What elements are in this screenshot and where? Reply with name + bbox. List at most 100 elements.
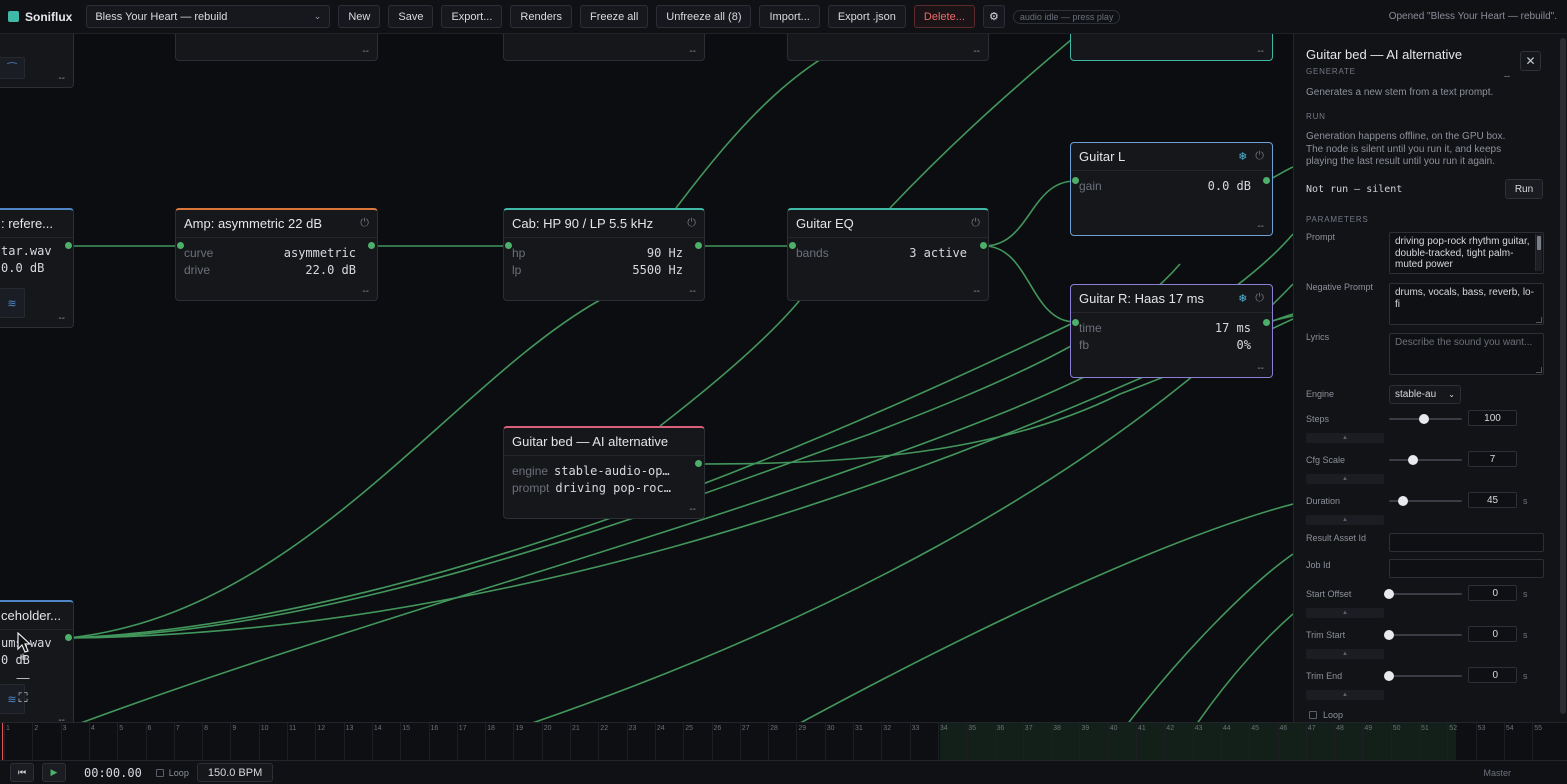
node-guitar-eq[interactable]: Guitar EQ ⏻ bands 3 active -- [787, 208, 989, 301]
zoom-out-button[interactable]: — [13, 668, 33, 686]
start-offset-slider[interactable] [1384, 589, 1462, 599]
play-button[interactable]: ▶ [42, 763, 66, 782]
start-offset-input[interactable]: 0 [1468, 585, 1517, 601]
guitar-l-input-port[interactable] [1072, 177, 1079, 184]
cfg-scale-input[interactable]: 7 [1468, 451, 1517, 467]
node-header[interactable]: Guitar EQ ⏻ [788, 210, 988, 238]
guitar-l-output-port[interactable] [1263, 177, 1270, 184]
lyrics-textarea[interactable]: Describe the sound you want... [1389, 333, 1544, 375]
power-icon[interactable]: ⏻ [687, 217, 696, 230]
power-icon[interactable]: ⏻ [1255, 150, 1264, 163]
slider-thumb[interactable] [1384, 589, 1394, 599]
project-select[interactable]: Bless Your Heart — rebuild ⌄ [86, 5, 331, 28]
guitar-r-output-port[interactable] [1263, 319, 1270, 326]
gear-icon[interactable]: ⚙ [982, 5, 1005, 28]
checkbox-icon[interactable] [155, 768, 164, 777]
fit-view-icon[interactable]: ⛶ [13, 689, 33, 707]
close-icon[interactable]: ✕ [1520, 51, 1541, 71]
trim-start-toggle-bar[interactable]: ▲ [1306, 649, 1384, 659]
panel-scrollbar[interactable] [1558, 34, 1567, 722]
node-canvas[interactable]: ⁀ -- -- -- -- -- : refere... tar.wav 0.0… [0, 34, 1293, 722]
guitar-r-input-port[interactable] [1072, 319, 1079, 326]
node-top-left[interactable]: ⁀ -- [0, 34, 74, 88]
node-source-reference[interactable]: : refere... tar.wav 0.0 dB ≋ -- [0, 208, 74, 328]
prompt-textarea[interactable]: driving pop-rock rhythm guitar, double-t… [1389, 232, 1544, 274]
node-top-4[interactable]: -- [787, 34, 989, 61]
node-top-5[interactable]: -- [1070, 34, 1273, 61]
node-top-3[interactable]: -- [503, 34, 705, 61]
delete-button[interactable]: Delete... [913, 5, 975, 28]
node-guitar-l[interactable]: Guitar L ❄ ⏻ gain 0.0 dB -- [1070, 142, 1273, 236]
playhead[interactable] [2, 723, 3, 760]
node-amp[interactable]: Amp: asymmetric 22 dB ⏻ curve asymmetric … [175, 208, 378, 301]
resize-grip-icon[interactable] [1536, 367, 1542, 373]
snowflake-icon[interactable]: ❄ [1238, 150, 1247, 163]
trim-start-input[interactable]: 0 [1468, 626, 1517, 642]
eq-output-port[interactable] [980, 242, 987, 249]
textarea-scrollbar[interactable] [1535, 234, 1542, 271]
amp-input-port[interactable] [177, 242, 184, 249]
node-header[interactable]: Guitar bed — AI alternative [504, 428, 704, 456]
export-button[interactable]: Export... [441, 5, 503, 28]
freeze-all-button[interactable]: Freeze all [579, 5, 649, 28]
node-header[interactable]: Guitar L ❄ ⏻ [1071, 143, 1272, 171]
bed-output-port[interactable] [695, 460, 702, 467]
steps-input[interactable]: 100 [1468, 410, 1517, 426]
job-id-input[interactable] [1389, 559, 1544, 578]
placeholder-output-port[interactable] [65, 634, 72, 641]
node-header[interactable]: Guitar R: Haas 17 ms ❄ ⏻ [1071, 285, 1272, 313]
transport-loop-checkbox[interactable]: Loop [155, 768, 189, 778]
cab-output-port[interactable] [695, 242, 702, 249]
unfreeze-all-button[interactable]: Unfreeze all (8) [656, 5, 752, 28]
node-top-2[interactable]: -- [175, 34, 378, 61]
cab-input-port[interactable] [505, 242, 512, 249]
slider-thumb[interactable] [1419, 414, 1430, 424]
resize-grip-icon[interactable] [1536, 317, 1542, 323]
cfg-scale-slider[interactable] [1389, 455, 1462, 465]
power-icon[interactable]: ⏻ [360, 217, 369, 230]
cfg-toggle-bar[interactable]: ▲ [1306, 474, 1384, 484]
duration-slider[interactable] [1389, 496, 1462, 506]
node-header[interactable]: Cab: HP 90 / LP 5.5 kHz ⏻ [504, 210, 704, 238]
source-output-port[interactable] [65, 242, 72, 249]
new-button[interactable]: New [338, 5, 381, 28]
timeline-ruler[interactable]: 1 2 3 4 5 6 7 8 9 10 11 12 13 14 15 16 17 18 19 20 21 22 23 24 2… [0, 722, 1567, 760]
snowflake-icon[interactable]: ❄ [1238, 292, 1247, 305]
trim-end-input[interactable]: 0 [1468, 667, 1517, 683]
audio-status-pill[interactable]: audio idle — press play [1012, 9, 1121, 24]
save-button[interactable]: Save [388, 5, 434, 28]
node-guitar-bed[interactable]: Guitar bed — AI alternative engine stable… [503, 426, 705, 519]
loop-checkbox[interactable]: Loop [1309, 710, 1343, 720]
trim-end-slider[interactable] [1384, 671, 1462, 681]
eq-input-port[interactable] [789, 242, 796, 249]
steps-toggle-bar[interactable]: ▲ [1306, 433, 1384, 443]
export-json-button[interactable]: Export .json [827, 5, 906, 28]
duration-toggle-bar[interactable]: ▲ [1306, 515, 1384, 525]
run-button[interactable]: Run [1505, 179, 1543, 199]
slider-thumb[interactable] [1384, 671, 1394, 681]
checkbox-icon[interactable] [1309, 711, 1317, 719]
slider-thumb[interactable] [1408, 455, 1419, 465]
duration-input[interactable]: 45 [1468, 492, 1517, 508]
power-icon[interactable]: ⏻ [971, 217, 980, 230]
start-offset-toggle-bar[interactable]: ▲ [1306, 608, 1384, 618]
node-header[interactable]: ceholder... [0, 602, 73, 630]
node-header[interactable]: : refere... [0, 210, 73, 238]
negative-prompt-textarea[interactable]: drums, vocals, bass, reverb, lo-fi [1389, 283, 1544, 325]
import-button[interactable]: Import... [759, 5, 820, 28]
steps-slider[interactable] [1389, 414, 1462, 424]
power-icon[interactable]: ⏻ [1255, 292, 1264, 305]
node-placeholder[interactable]: ceholder... ums.wav 0 dB ≋ -- [0, 600, 74, 722]
bpm-field[interactable]: 150.0 BPM [196, 763, 274, 782]
trim-start-slider[interactable] [1384, 630, 1462, 640]
amp-output-port[interactable] [368, 242, 375, 249]
rewind-button[interactable]: ⏮ [10, 763, 34, 782]
node-guitar-r[interactable]: Guitar R: Haas 17 ms ❄ ⏻ time 17 ms fb 0% … [1070, 284, 1273, 378]
node-header[interactable]: Amp: asymmetric 22 dB ⏻ [176, 210, 377, 238]
result-asset-id-input[interactable] [1389, 533, 1544, 552]
engine-select[interactable]: stable-au ⌄ [1389, 385, 1461, 404]
node-cab[interactable]: Cab: HP 90 / LP 5.5 kHz ⏻ hp 90 Hz lp 5500… [503, 208, 705, 301]
trim-end-toggle-bar[interactable]: ▲ [1306, 690, 1384, 700]
slider-thumb[interactable] [1397, 496, 1408, 506]
renders-button[interactable]: Renders [510, 5, 572, 28]
